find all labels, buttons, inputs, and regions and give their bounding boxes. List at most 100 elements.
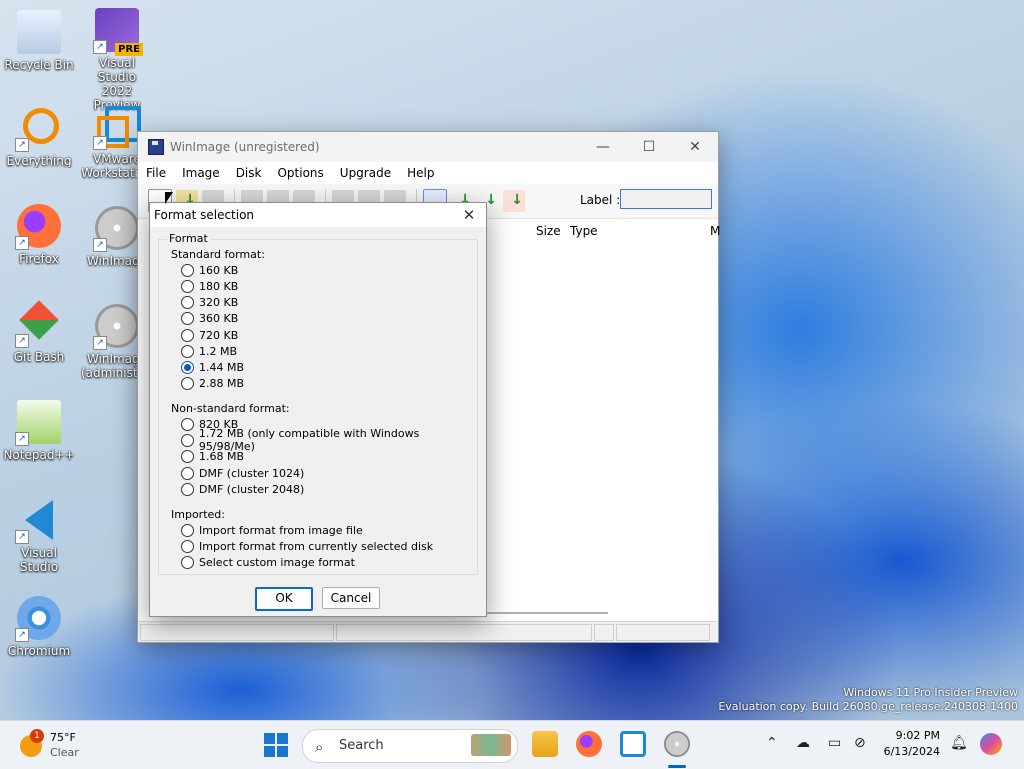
search-highlight-image [471, 734, 511, 756]
window-titlebar[interactable]: WinImage (unregistered) — ☐ ✕ [138, 132, 718, 162]
imported-label: Imported: [171, 508, 225, 521]
status-cell [594, 624, 614, 641]
radio-320kb[interactable]: 320 KB [181, 294, 238, 310]
radio-160kb[interactable]: 160 KB [181, 262, 238, 278]
vmware-taskbar-icon[interactable] [620, 731, 646, 757]
close-button[interactable]: ✕ [672, 132, 718, 162]
vscode-icon: ↗ [15, 498, 61, 544]
weather-condition: Clear [50, 746, 79, 759]
radio-custom-format[interactable]: Select custom image format [181, 554, 355, 570]
dialog-close-button[interactable]: ✕ [458, 205, 480, 225]
search-icon: ⌕ [315, 738, 324, 756]
radio-circle [181, 433, 194, 447]
menu-image[interactable]: Image [182, 166, 220, 180]
window-title: WinImage (unregistered) [170, 140, 320, 154]
menu-disk[interactable]: Disk [236, 166, 262, 180]
clock[interactable]: 9:02 PM 6/13/2024 [880, 728, 940, 760]
notification-bell-icon[interactable]: 🔔︎ [950, 735, 968, 751]
shortcut-arrow-icon: ↗ [15, 138, 29, 152]
radio-circle [181, 466, 194, 480]
radio-360kb[interactable]: 360 KB [181, 310, 238, 326]
radio-circle [181, 417, 194, 431]
desktop-icon-git-bash[interactable]: ↗ Git Bash [3, 300, 75, 364]
label-input[interactable] [620, 189, 712, 209]
shortcut-arrow-icon: ↗ [15, 334, 29, 348]
desktop-icon-notepad-plus-plus[interactable]: ↗ Notepad++ [3, 400, 75, 462]
vmware-icon: ↗ [93, 104, 141, 150]
desktop-icon-visual-studio-preview[interactable]: PRE ↗ Visual Studio 2022 Preview [81, 8, 153, 112]
notepad-plus-plus-icon: ↗ [15, 400, 61, 446]
recycle-bin-icon [17, 10, 61, 54]
desktop-icon-firefox[interactable]: ↗ Firefox [3, 204, 75, 266]
search-placeholder: Search [339, 738, 384, 753]
clock-date: 6/13/2024 [883, 745, 940, 758]
firefox-taskbar-icon[interactable] [576, 731, 602, 757]
status-cell [140, 624, 334, 641]
radio-circle [181, 279, 194, 293]
desktop-icon-recycle-bin[interactable]: Recycle Bin [3, 10, 75, 72]
copilot-icon[interactable] [980, 733, 1002, 755]
desktop-icon-chromium[interactable]: ↗ Chromium [3, 596, 75, 658]
radio-1-72mb[interactable]: 1.72 MB (only compatible with Windows 95… [181, 427, 477, 453]
radio-dmf-2048[interactable]: DMF (cluster 2048) [181, 481, 304, 497]
desktop-icon-everything[interactable]: ↗ Everything [3, 106, 75, 168]
radio-180kb[interactable]: 180 KB [181, 278, 238, 294]
radio-circle [181, 482, 194, 496]
shortcut-arrow-icon: ↗ [93, 40, 107, 54]
nonstandard-format-label: Non-standard format: [171, 402, 290, 415]
radio-1-68mb[interactable]: 1.68 MB [181, 448, 244, 464]
column-size[interactable]: Size [536, 224, 561, 238]
column-type[interactable]: Type [570, 224, 598, 238]
desktop-icon-vscode[interactable]: ↗ Visual Studio Code [3, 498, 75, 574]
horizontal-scrollbar[interactable] [468, 612, 608, 614]
minimize-button[interactable]: — [580, 132, 626, 162]
mouse-pointer-icon [165, 192, 173, 204]
windows-logo-icon [264, 733, 275, 744]
taskbar: 1 75°F Clear ⌕ Search ⌃ ☁ ▭ ⊘ 9:02 PM 6/… [0, 720, 1024, 769]
clock-time: 9:02 PM [895, 729, 940, 742]
menu-upgrade[interactable]: Upgrade [340, 166, 391, 180]
menu-file[interactable]: File [146, 166, 166, 180]
taskbar-search[interactable]: ⌕ Search [302, 729, 518, 763]
sort-by-date-button[interactable] [503, 190, 525, 212]
ok-button[interactable]: OK [255, 587, 313, 611]
monitor-icon[interactable]: ▭ [828, 735, 841, 751]
menu-help[interactable]: Help [407, 166, 434, 180]
status-cell [616, 624, 710, 641]
pre-badge: PRE [115, 43, 143, 56]
floppy-disk-icon [148, 139, 164, 155]
radio-720kb[interactable]: 720 KB [181, 327, 238, 343]
radio-circle [181, 539, 194, 553]
radio-1-2mb[interactable]: 1.2 MB [181, 343, 237, 359]
maximize-button[interactable]: ☐ [626, 132, 672, 162]
radio-import-from-image[interactable]: Import format from image file [181, 522, 363, 538]
radio-circle [181, 263, 194, 277]
git-bash-icon: ↗ [15, 300, 61, 348]
radio-import-from-disk[interactable]: Import format from currently selected di… [181, 538, 433, 554]
column-modified[interactable]: M [710, 224, 720, 238]
radio-dmf-1024[interactable]: DMF (cluster 1024) [181, 465, 304, 481]
dialog-titlebar[interactable]: Format selection ✕ [150, 203, 486, 227]
status-cell [336, 624, 592, 641]
radio-1-44mb[interactable]: 1.44 MB [181, 359, 244, 375]
menu-options[interactable]: Options [277, 166, 323, 180]
menu-bar: File Image Disk Options Upgrade Help [138, 162, 718, 184]
weather-widget[interactable]: 1 75°F Clear [18, 729, 108, 761]
cancel-button[interactable]: Cancel [322, 587, 380, 609]
file-explorer-icon[interactable] [532, 731, 558, 757]
visual-studio-icon: PRE ↗ [93, 8, 143, 56]
standard-format-label: Standard format: [171, 248, 265, 261]
radio-circle [181, 523, 194, 537]
chevron-up-icon[interactable]: ⌃ [766, 735, 778, 751]
notification-badge: 1 [30, 729, 44, 743]
format-selection-dialog: Format selection ✕ Format Standard forma… [149, 202, 487, 617]
label-caption: Label : [580, 193, 621, 207]
cloud-offline-icon[interactable]: ☁ [796, 735, 810, 751]
start-button[interactable] [264, 733, 288, 757]
radio-2-88mb[interactable]: 2.88 MB [181, 375, 244, 391]
radio-circle-selected [181, 360, 194, 374]
winimage-taskbar-icon[interactable] [664, 731, 690, 757]
network-icon[interactable]: ⊘ [854, 735, 866, 751]
radio-circle [181, 555, 194, 569]
chromium-icon: ↗ [15, 596, 61, 642]
